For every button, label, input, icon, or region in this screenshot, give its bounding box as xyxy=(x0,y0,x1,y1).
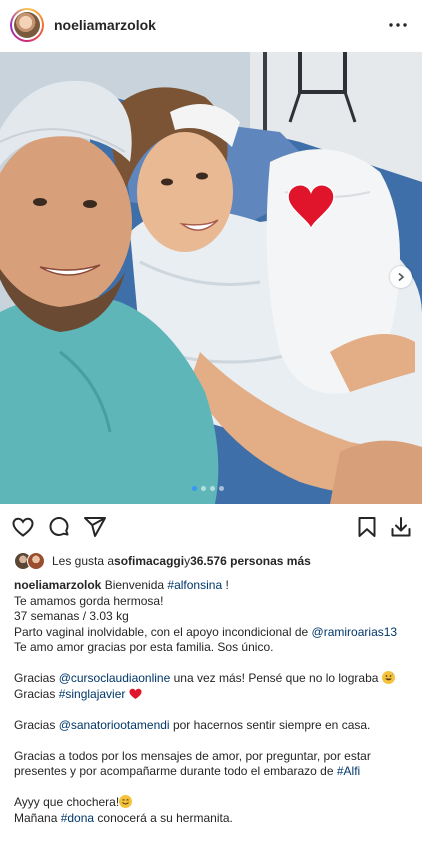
hashtag-link[interactable]: #dona xyxy=(61,811,94,825)
bookmark-icon[interactable] xyxy=(355,515,379,539)
avatar[interactable] xyxy=(27,552,45,570)
avatar-image xyxy=(14,12,40,38)
caption-text: por hacernos sentir siempre en casa. xyxy=(169,717,371,732)
mention-link[interactable]: @cursoclaudiaonline xyxy=(59,671,171,685)
mention-link[interactable]: @ramiroarias13 xyxy=(312,625,398,639)
carousel-dots xyxy=(192,486,224,491)
grinning-sweat-emoji-icon xyxy=(381,671,395,684)
caption-text: ! xyxy=(222,578,229,592)
caption-line: Gracias a todos por los mensajes de amor… xyxy=(14,748,371,763)
caption-text: una vez más! Pensé que no lo lograba xyxy=(170,671,382,685)
avatar[interactable] xyxy=(10,8,44,42)
username[interactable]: noeliamarzolok xyxy=(54,17,156,33)
carousel-dot xyxy=(201,486,206,491)
caption-text: conocerá a su hermanita. xyxy=(94,810,233,825)
carousel-dot xyxy=(210,486,215,491)
heart-icon[interactable] xyxy=(11,515,35,539)
caption-text: Mañana xyxy=(14,810,61,825)
post-caption: noeliamarzolok Bienvenida #alfonsina ! T… xyxy=(14,578,414,826)
caption-line: Te amamos gorda hermosa! xyxy=(14,593,164,608)
caption-text: Parto vaginal inolvidable, con el apoyo … xyxy=(14,624,312,639)
avatar-frame xyxy=(12,10,42,40)
red-heart-emoji-icon xyxy=(129,688,142,705)
carousel-next-icon[interactable] xyxy=(390,266,412,288)
caption-text: Gracias xyxy=(14,686,59,701)
caption-text: presentes y por acompañarme durante todo… xyxy=(14,764,337,778)
caption-line: Te amo amor gracias por esta familia. So… xyxy=(14,640,274,654)
caption-text: Gracias xyxy=(14,717,59,732)
action-bar xyxy=(0,506,422,546)
share-icon[interactable] xyxy=(83,515,107,539)
photo-illustration xyxy=(0,52,422,504)
comment-icon[interactable] xyxy=(47,515,71,539)
smiling-emoji-icon xyxy=(119,795,133,808)
mention-link[interactable]: @sanatoriootamendi xyxy=(59,718,170,732)
hashtag-link[interactable]: #singlajavier xyxy=(59,687,126,701)
more-horizontal-icon[interactable] xyxy=(388,15,408,35)
likes-prefix: Les gusta a xyxy=(52,554,115,568)
caption-text: Ayyy que chochera! xyxy=(14,795,120,809)
carousel-dot xyxy=(219,486,224,491)
hashtag-link[interactable]: #Alfi xyxy=(337,764,360,778)
caption-line: 37 semanas / 3.03 kg xyxy=(14,609,129,623)
hashtag-link[interactable]: #alfonsina xyxy=(167,578,222,592)
caption-text: Bienvenida xyxy=(101,578,168,592)
caption-text: Gracias xyxy=(14,671,59,685)
likes-count[interactable]: 36.576 personas más xyxy=(190,554,311,568)
liker-username[interactable]: sofimacaggi xyxy=(114,554,184,568)
liker-avatars xyxy=(14,551,48,571)
carousel-dot-active xyxy=(192,486,197,491)
download-icon[interactable] xyxy=(389,515,413,539)
caption-username[interactable]: noeliamarzolok xyxy=(14,578,101,592)
post-image[interactable] xyxy=(0,52,422,504)
likes-summary: Les gusta a sofimacaggi y 36.576 persona… xyxy=(14,550,311,572)
post-header: noeliamarzolok xyxy=(0,0,422,50)
